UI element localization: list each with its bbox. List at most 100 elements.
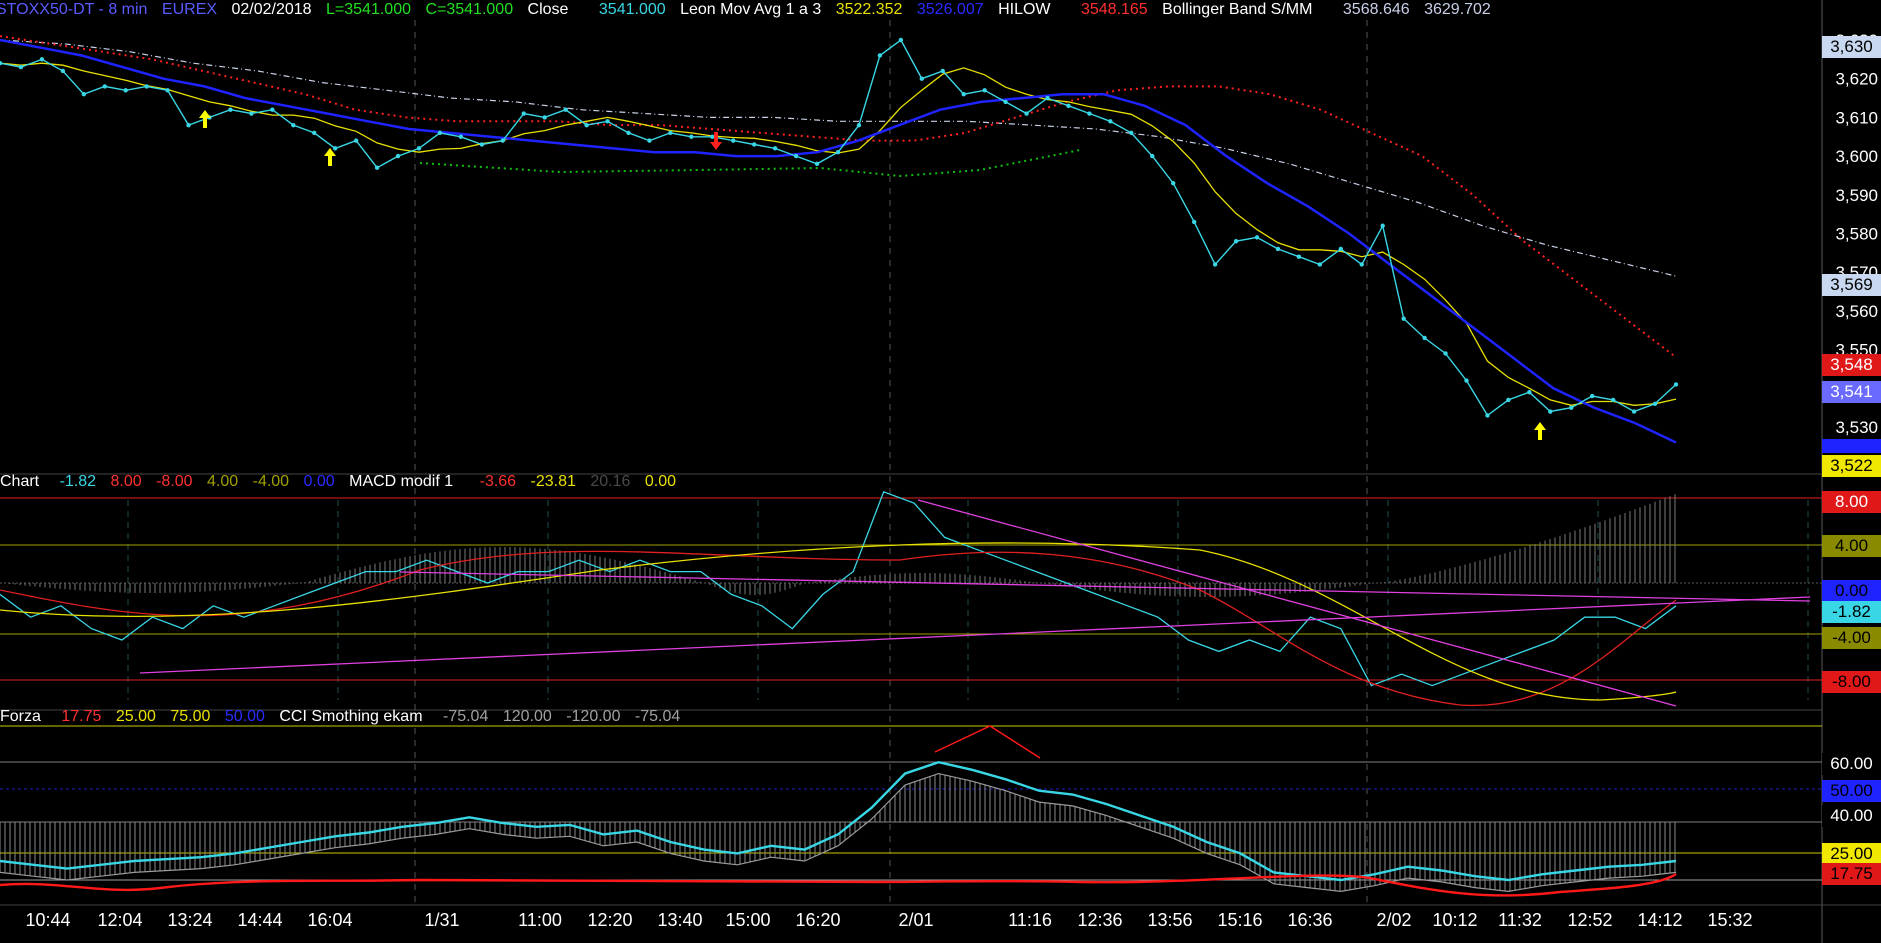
price-axis-tick: 3,580 (1835, 225, 1878, 244)
close-point (542, 115, 547, 120)
hilow-support-line (419, 149, 1081, 178)
cci-label: CCI Smothing ekam (279, 708, 423, 725)
close-point (270, 107, 275, 112)
close-point (1464, 378, 1469, 383)
close-point (1652, 401, 1658, 406)
price-tag-3541: 3,541 (1822, 381, 1881, 403)
close-point (333, 146, 338, 151)
time-axis-tick: 15:16 (1217, 910, 1263, 930)
price-axis: 3,5303,5403,5503,5603,5703,5803,5903,600… (1835, 31, 1878, 437)
macd-tag-8: 8.00 (1822, 491, 1881, 513)
leon-value-1: 3522.352 (835, 1, 903, 18)
price-axis-tick: 3,590 (1835, 186, 1878, 205)
close-point (584, 122, 589, 128)
close-point (647, 138, 652, 143)
macd-tag-m182: -1.82 (1822, 601, 1881, 623)
close-point (81, 91, 87, 97)
close-eq-label: C=3541.000 (425, 1, 514, 18)
price-panel-header: STOXX50-DT - 8 min EUREX 02/02/2018 L=35… (0, 0, 1501, 20)
close-point (1296, 254, 1302, 259)
close-line (0, 38, 1677, 417)
close-point (940, 68, 945, 74)
close-point (814, 161, 820, 167)
hilow-line (0, 35, 1677, 359)
macd-tag-m8: -8.00 (1822, 671, 1881, 693)
cci-level-25: 25.00 (115, 708, 156, 725)
time-axis-tick: 13:40 (657, 910, 703, 930)
forza-value: 17.75 (61, 708, 102, 725)
cci-panel-header: Forza 17.75 25.00 75.00 50.00 CCI Smothi… (0, 707, 690, 727)
close-point (1066, 103, 1071, 108)
price-tag-3522: 3,522 (1822, 455, 1881, 477)
close-point (60, 68, 66, 74)
price-axis-tick: 3,610 (1835, 108, 1878, 127)
close-point (856, 122, 862, 128)
cci-tag-50: 50.00 (1822, 780, 1881, 802)
date-label: 02/02/2018 (231, 1, 312, 18)
close-point (563, 107, 568, 112)
bollinger-value-1: 3568.646 (1342, 1, 1410, 18)
macd-label: MACD modif 1 (349, 473, 454, 490)
close-point (1212, 262, 1218, 267)
close-point (1443, 351, 1448, 356)
macd-value-signal: -3.66 (479, 473, 517, 490)
close-point (1150, 153, 1155, 159)
close-point (1673, 382, 1679, 387)
time-axis-tick: 11:00 (518, 910, 562, 930)
close-point (1191, 219, 1197, 225)
close-point (835, 150, 841, 155)
cci-tag-1775: 17.75 (1822, 863, 1881, 885)
close-point (165, 88, 170, 93)
close-point (877, 53, 883, 58)
time-axis-tick: 13:24 (167, 910, 213, 930)
time-axis-tick: 10:44 (25, 910, 71, 930)
leon-line (0, 38, 1677, 444)
macd-value-zero: 0.00 (644, 473, 676, 490)
close-point (1045, 95, 1050, 101)
close-point (731, 138, 736, 143)
time-axis-tick: 12:36 (1077, 910, 1123, 930)
cci-value-1: -75.04 (442, 708, 489, 725)
time-axis-tick: 11:32 (1498, 910, 1542, 930)
macd-series-layer (0, 490, 1811, 707)
leon-tag (1822, 439, 1881, 453)
close-point (605, 119, 610, 124)
buy-arrow-icon (1534, 422, 1546, 440)
time-axis-tick: 12:20 (587, 910, 633, 930)
close-point (123, 88, 128, 93)
close-point (982, 88, 987, 93)
macd-trendline-resistance (917, 499, 1677, 707)
macd-tag-4: 4.00 (1822, 535, 1881, 557)
macd-value-hist: 20.16 (590, 473, 631, 490)
price-tag-3548: 3,548 (1822, 354, 1881, 376)
close-point (1569, 405, 1574, 410)
price-axis-tick: 3,530 (1835, 418, 1878, 437)
close-point (1548, 409, 1553, 414)
cci-tag-60: 60.00 (1822, 753, 1881, 775)
time-axis-tick: 14:44 (237, 910, 283, 930)
close-point (416, 146, 422, 151)
close-point (710, 134, 715, 139)
cci-peak-line (934, 725, 1041, 759)
close-point (1129, 130, 1134, 136)
macd-tag-m4: -4.00 (1822, 627, 1881, 649)
low-label: L=3541.000 (326, 1, 411, 18)
close-point (1233, 239, 1239, 244)
close-point (374, 165, 380, 170)
macd-value-0: 0.00 (303, 473, 335, 490)
macd-tag-0: 0.00 (1822, 580, 1881, 602)
cci-level-50: 50.00 (224, 708, 265, 725)
close-point (1359, 262, 1364, 267)
close-point (1087, 111, 1092, 116)
bollinger-line (0, 39, 1677, 277)
close-point (1527, 389, 1532, 395)
time-axis-tick: 15:00 (725, 910, 771, 930)
close-point (18, 64, 24, 70)
hilow-label: HILOW (998, 1, 1051, 18)
close-point (1631, 409, 1637, 414)
close-point (793, 153, 799, 159)
time-axis-tick: 15:32 (1707, 910, 1753, 930)
close-point (1338, 246, 1344, 252)
time-axis-tick: 14:12 (1637, 910, 1683, 930)
close-point (1003, 99, 1008, 105)
